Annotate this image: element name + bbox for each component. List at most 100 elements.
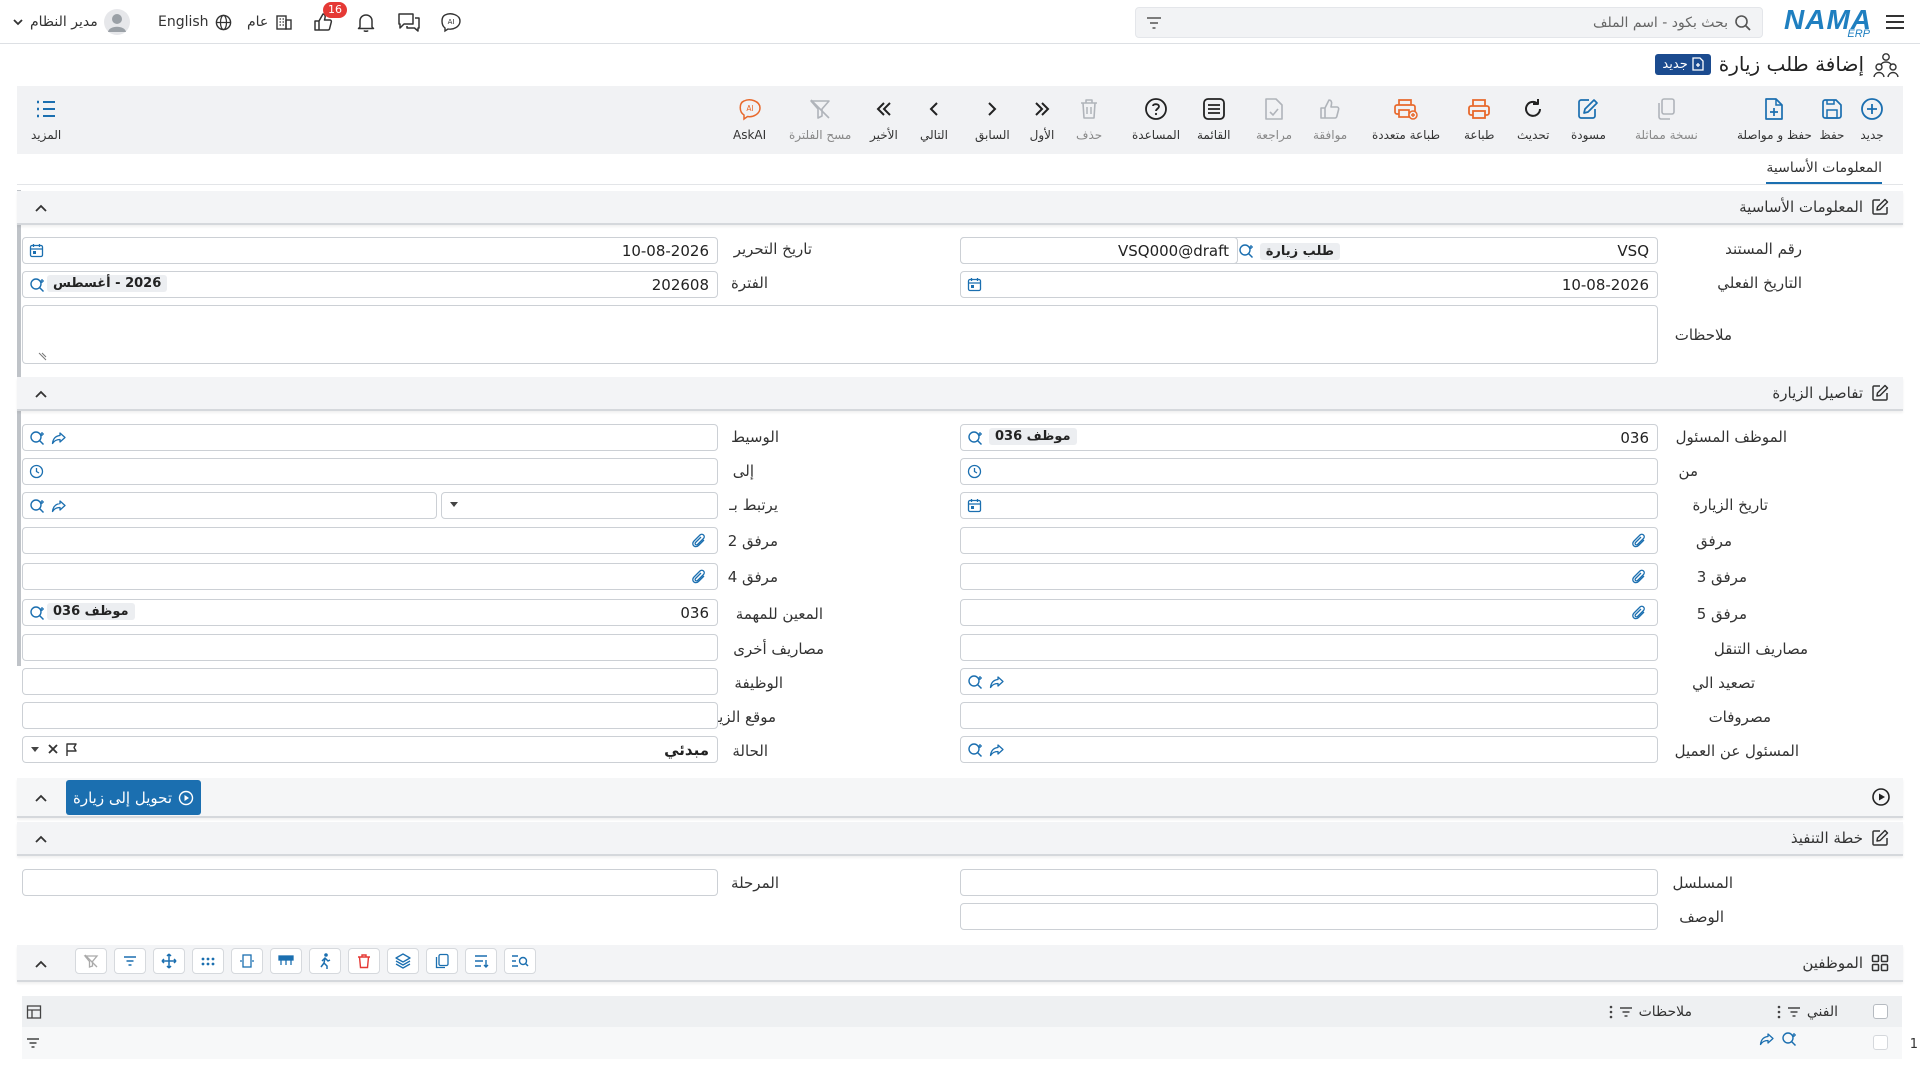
collapse-workflow-button[interactable]: [31, 788, 51, 808]
grid-clear-filter-button[interactable]: [75, 948, 107, 974]
notifications-button[interactable]: [355, 0, 377, 44]
from-field[interactable]: [960, 458, 1658, 485]
tab-basic-info[interactable]: المعلومات الأساسية: [1766, 160, 1882, 184]
first-record-button[interactable]: الأول: [1029, 86, 1055, 154]
attach3-field[interactable]: [960, 563, 1658, 590]
help-button[interactable]: المساعدة: [1132, 86, 1180, 154]
broker-field[interactable]: [22, 424, 718, 451]
paperclip-icon[interactable]: [691, 569, 707, 585]
convert-to-visit-button[interactable]: تحويل إلى زيارة: [66, 780, 202, 815]
transport-field[interactable]: [960, 634, 1658, 661]
paperclip-icon[interactable]: [1631, 533, 1647, 549]
delete-button[interactable]: حذف: [1076, 86, 1102, 154]
main-menu-button[interactable]: [1884, 0, 1906, 44]
grid-fit-columns-button[interactable]: [231, 948, 263, 974]
draft-button[interactable]: مسودة: [1571, 86, 1606, 154]
related-type-select[interactable]: [441, 492, 718, 519]
messages-button[interactable]: [397, 0, 421, 44]
edit-date-field[interactable]: 10-08-2026: [22, 237, 718, 264]
notes-textarea[interactable]: [22, 305, 1658, 364]
col-notes[interactable]: ملاحظات: [1609, 996, 1692, 1027]
clear-filter-button[interactable]: مسح الفلترة: [789, 86, 851, 154]
grid-move-button[interactable]: [153, 948, 185, 974]
filter-icon[interactable]: [1146, 16, 1162, 30]
job-field[interactable]: [22, 668, 718, 695]
calendar-icon[interactable]: [967, 498, 982, 513]
last-record-button[interactable]: الأخير: [870, 86, 898, 154]
attach5-field[interactable]: [960, 599, 1658, 626]
customer-rep-field[interactable]: [960, 736, 1658, 763]
save-button[interactable]: حفظ: [1819, 86, 1845, 154]
share-icon[interactable]: [51, 498, 67, 514]
askai-button[interactable]: AI AskAI: [733, 86, 766, 154]
grid-layers-button[interactable]: [387, 948, 419, 974]
row-technician-cell[interactable]: [1759, 1023, 1797, 1054]
filter-lines-icon[interactable]: [1619, 1006, 1633, 1018]
search-plus-icon[interactable]: [1781, 1031, 1797, 1047]
duplicate-button[interactable]: نسخة مماثلة: [1635, 86, 1698, 154]
assignee-field[interactable]: 036 موظف 036: [22, 599, 718, 626]
share-icon[interactable]: [989, 742, 1005, 758]
next-record-button[interactable]: التالي: [920, 86, 948, 154]
period-field[interactable]: 202608 2026 - أغسطس: [22, 271, 718, 298]
other-expenses-field[interactable]: [22, 634, 718, 661]
language-switch[interactable]: English: [158, 0, 232, 44]
new-button[interactable]: جديد: [1859, 86, 1885, 154]
kebab-menu-icon[interactable]: [1777, 1005, 1781, 1019]
collapse-basic-button[interactable]: [31, 198, 51, 218]
grid-filter-button[interactable]: [114, 948, 146, 974]
collapse-plan-button[interactable]: [31, 829, 51, 849]
row-filter-cell[interactable]: [26, 1027, 40, 1058]
kebab-menu-icon[interactable]: [1609, 1005, 1613, 1019]
share-icon[interactable]: [51, 430, 67, 446]
attach2-field[interactable]: [22, 527, 718, 554]
search-plus-icon[interactable]: [29, 430, 45, 446]
review-button[interactable]: مراجعة: [1256, 86, 1292, 154]
print-button[interactable]: طباعة: [1464, 86, 1494, 154]
description-field[interactable]: [960, 903, 1658, 930]
ai-assistant-button[interactable]: AI: [439, 0, 463, 44]
share-icon[interactable]: [989, 674, 1005, 690]
related-field[interactable]: [22, 492, 437, 519]
location-field[interactable]: [22, 702, 718, 729]
calendar-icon[interactable]: [29, 243, 44, 258]
expenses-field[interactable]: [960, 702, 1658, 729]
status-select[interactable]: مبدئي: [22, 736, 718, 763]
more-button[interactable]: المزيد: [31, 86, 61, 154]
to-field[interactable]: [22, 458, 718, 485]
grid-group-button[interactable]: [270, 948, 302, 974]
grid-sort-button[interactable]: [465, 948, 497, 974]
share-icon[interactable]: [1759, 1031, 1775, 1047]
attach-field[interactable]: [960, 527, 1658, 554]
clear-icon[interactable]: [47, 743, 59, 757]
serial-field[interactable]: [960, 869, 1658, 896]
select-all-checkbox[interactable]: [1873, 1004, 1888, 1019]
row-checkbox[interactable]: [1873, 1035, 1888, 1050]
approve-button[interactable]: موافقة: [1313, 86, 1347, 154]
search-plus-icon[interactable]: [29, 498, 45, 514]
table-row[interactable]: 1: [22, 1027, 1918, 1059]
search-input[interactable]: [1162, 14, 1728, 31]
search-plus-icon[interactable]: [967, 674, 983, 690]
escalate-field[interactable]: [960, 668, 1658, 695]
caret-down-icon[interactable]: [29, 743, 41, 757]
grid-search-button[interactable]: [504, 948, 536, 974]
grid-run-button[interactable]: [309, 948, 341, 974]
collapse-visit-button[interactable]: [31, 384, 51, 404]
grid-dots-button[interactable]: [192, 948, 224, 974]
refresh-button[interactable]: تحديث: [1517, 86, 1550, 154]
likes-button[interactable]: 16: [312, 0, 347, 44]
global-search[interactable]: [1135, 7, 1763, 38]
doc-code-field[interactable]: VSQ000@draft: [960, 237, 1238, 264]
previous-record-button[interactable]: السابق: [975, 86, 1010, 154]
list-button[interactable]: القائمة: [1197, 86, 1230, 154]
search-plus-icon[interactable]: [29, 605, 45, 621]
search-plus-icon[interactable]: [1238, 243, 1254, 259]
grid-copy-button[interactable]: [426, 948, 458, 974]
collapse-employees-button[interactable]: [31, 954, 51, 974]
search-plus-icon[interactable]: [29, 277, 45, 293]
visit-date-field[interactable]: [960, 492, 1658, 519]
grid-delete-button[interactable]: [348, 948, 380, 974]
paperclip-icon[interactable]: [691, 533, 707, 549]
scope-selector[interactable]: عام: [247, 0, 294, 44]
